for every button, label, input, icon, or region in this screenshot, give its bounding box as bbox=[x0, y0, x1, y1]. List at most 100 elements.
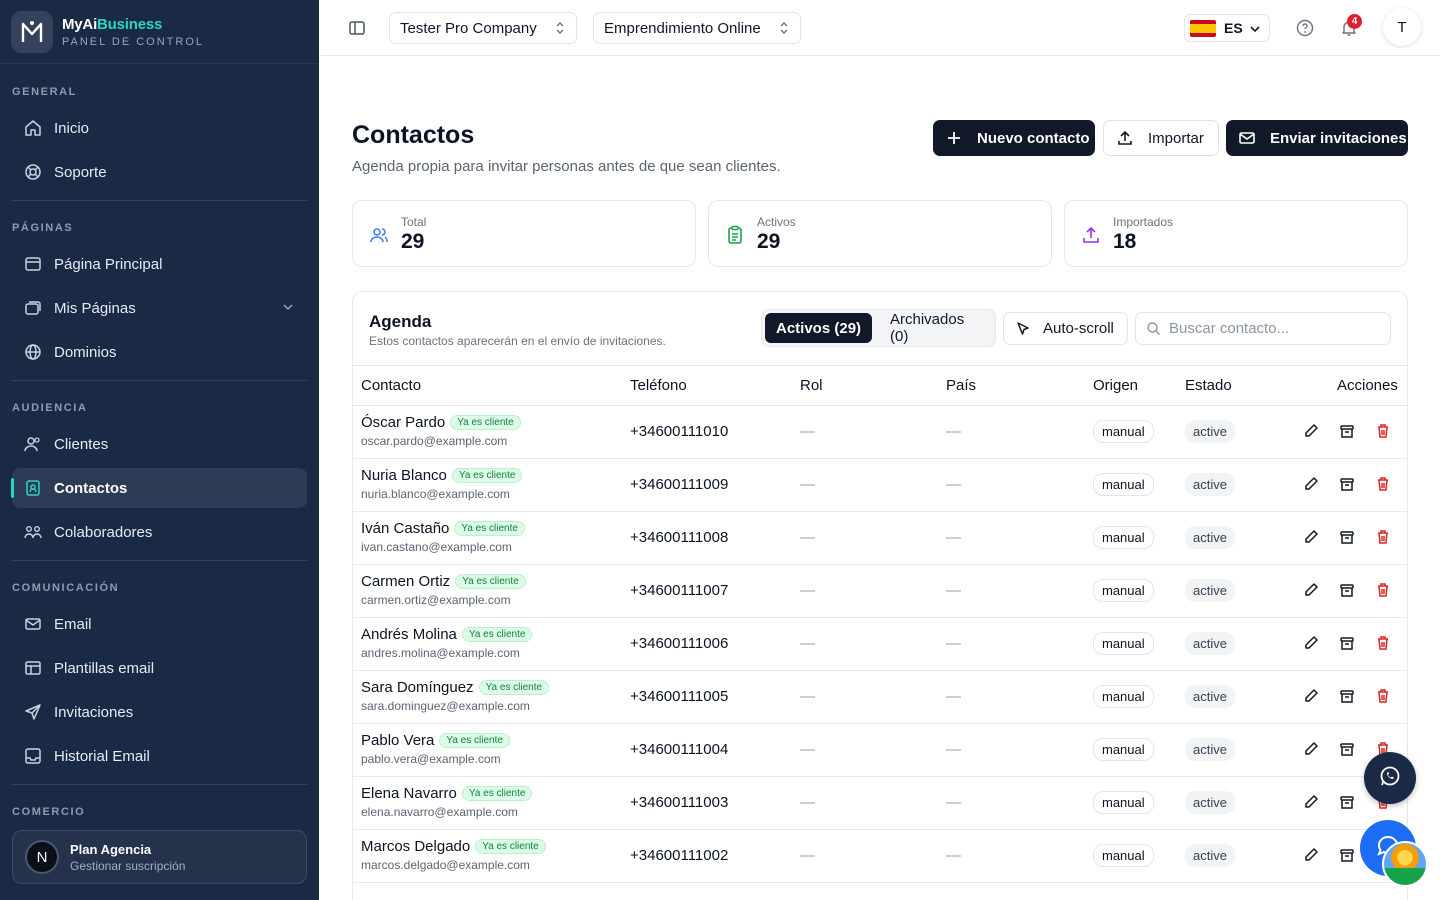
new-contact-button[interactable]: Nuevo contacto bbox=[933, 120, 1095, 156]
edit-icon[interactable] bbox=[1302, 634, 1320, 652]
archive-icon[interactable] bbox=[1338, 581, 1356, 599]
user-avatar[interactable]: T bbox=[1383, 8, 1421, 46]
contact-name-cell: Iván Castaño Ya es cliente bbox=[361, 520, 525, 537]
contact-name: Marcos Delgado bbox=[361, 838, 471, 855]
archive-icon[interactable] bbox=[1338, 687, 1356, 705]
archive-icon[interactable] bbox=[1338, 793, 1356, 811]
help-icon[interactable] bbox=[1293, 16, 1317, 40]
trash-icon[interactable] bbox=[1374, 422, 1392, 440]
sidebar-item-label: Colaboradores bbox=[54, 523, 153, 541]
whatsapp-icon bbox=[1378, 764, 1402, 793]
new-contact-label: Nuevo contacto bbox=[977, 129, 1090, 147]
empty-cell: — bbox=[800, 529, 815, 546]
stat-value: 18 bbox=[1113, 230, 1137, 253]
search-input[interactable] bbox=[1169, 320, 1379, 337]
project-select-value: Emprendimiento Online bbox=[604, 19, 761, 37]
sidebar-item-invitaciones[interactable]: Invitaciones bbox=[12, 692, 307, 732]
table-row: Pablo Vera Ya es cliente pablo.vera@exampl… bbox=[353, 724, 1407, 777]
plan-title: Plan Agencia bbox=[70, 841, 152, 857]
empty-cell: — bbox=[800, 741, 815, 758]
trash-icon[interactable] bbox=[1374, 687, 1392, 705]
contact-email: marcos.delgado@example.com bbox=[361, 858, 530, 872]
sidebar-item-historial-email[interactable]: Historial Email bbox=[12, 736, 307, 776]
archive-icon[interactable] bbox=[1338, 475, 1356, 493]
edit-icon[interactable] bbox=[1302, 687, 1320, 705]
inbox-icon bbox=[24, 747, 42, 765]
client-tag: Ya es cliente bbox=[451, 468, 523, 483]
section-title-comunicacion: COMUNICACIÓN bbox=[12, 582, 120, 594]
sidebar-item-email[interactable]: Email bbox=[12, 604, 307, 644]
language-value: ES bbox=[1224, 20, 1243, 36]
edit-icon[interactable] bbox=[1302, 528, 1320, 546]
sidebar-item-label: Mis Páginas bbox=[54, 299, 136, 317]
empty-cell: — bbox=[946, 476, 961, 493]
contact-email: pablo.vera@example.com bbox=[361, 752, 501, 766]
brand-logo-icon bbox=[11, 10, 53, 53]
sidebar-item-contactos[interactable]: Contactos bbox=[11, 468, 307, 508]
sidebar-item-inicio[interactable]: Inicio bbox=[12, 108, 307, 148]
tab-activos[interactable]: Activos (29) bbox=[765, 313, 873, 343]
archive-icon[interactable] bbox=[1338, 846, 1356, 864]
archive-icon[interactable] bbox=[1338, 740, 1356, 758]
whatsapp-button[interactable] bbox=[1364, 752, 1416, 804]
trash-icon[interactable] bbox=[1374, 634, 1392, 652]
assistant-avatar[interactable] bbox=[1382, 841, 1428, 887]
section-title-paginas: PÁGINAS bbox=[12, 222, 74, 234]
sidebar-item-label: Invitaciones bbox=[54, 703, 134, 721]
plan-card[interactable]: N Plan Agencia Gestionar suscripción bbox=[12, 830, 307, 884]
empty-cell: — bbox=[800, 635, 815, 652]
client-tag: Ya es cliente bbox=[475, 839, 546, 854]
section-title-comercio: COMERCIO bbox=[12, 806, 86, 818]
sidebar-item-mis-paginas[interactable]: Mis Páginas bbox=[12, 288, 307, 328]
table-row: Sara Domínguez Ya es cliente sara.domingue… bbox=[353, 671, 1407, 724]
empty-cell: — bbox=[946, 582, 961, 599]
edit-icon[interactable] bbox=[1302, 581, 1320, 599]
empty-cell: — bbox=[800, 582, 815, 599]
team-icon bbox=[24, 523, 42, 541]
contact-phone: +34600111004 bbox=[630, 741, 729, 758]
sidebar-item-plantillas-email[interactable]: Plantillas email bbox=[12, 648, 307, 688]
contact-name: Óscar Pardo bbox=[361, 414, 446, 431]
trash-icon[interactable] bbox=[1374, 581, 1392, 599]
contact-name: Sara Domínguez bbox=[361, 679, 474, 696]
brand[interactable]: MyAiBusiness PANEL DE CONTROL bbox=[0, 0, 319, 64]
sidebar-item-pagina-principal[interactable]: Página Principal bbox=[12, 244, 307, 284]
sidebar-item-dominios[interactable]: Dominios bbox=[12, 332, 307, 372]
send-invitations-button[interactable]: Enviar invitaciones bbox=[1226, 120, 1408, 156]
edit-icon[interactable] bbox=[1302, 475, 1320, 493]
archive-icon[interactable] bbox=[1338, 528, 1356, 546]
edit-icon[interactable] bbox=[1302, 740, 1320, 758]
trash-icon[interactable] bbox=[1374, 475, 1392, 493]
sidebar-item-label: Soporte bbox=[54, 163, 107, 181]
contact-name: Pablo Vera bbox=[361, 732, 435, 749]
contact-phone: +34600111005 bbox=[630, 688, 729, 705]
empty-cell: — bbox=[800, 688, 815, 705]
edit-icon[interactable] bbox=[1302, 793, 1320, 811]
edit-icon[interactable] bbox=[1302, 846, 1320, 864]
import-button[interactable]: Importar bbox=[1103, 120, 1219, 156]
archive-icon[interactable] bbox=[1338, 634, 1356, 652]
chevron-down-icon[interactable] bbox=[281, 300, 295, 318]
chevron-up-down-icon bbox=[554, 21, 566, 39]
contact-phone: +34600111009 bbox=[630, 476, 729, 493]
trash-icon[interactable] bbox=[1374, 528, 1392, 546]
autoscroll-label: Auto-scroll bbox=[1043, 320, 1114, 337]
sidebar-item-clientes[interactable]: Clientes bbox=[12, 424, 307, 464]
company-select[interactable]: Tester Pro Company bbox=[389, 12, 577, 44]
tab-archivados[interactable]: Archivados (0) bbox=[879, 311, 995, 345]
sidebar-item-soporte[interactable]: Soporte bbox=[12, 152, 307, 192]
table-row: Óscar Pardo Ya es cliente oscar.pardo@exam… bbox=[353, 406, 1407, 459]
sidebar-item-colaboradores[interactable]: Colaboradores bbox=[12, 512, 307, 552]
column-header: Acciones bbox=[1337, 377, 1398, 394]
sidebar-toggle-icon[interactable] bbox=[345, 16, 369, 40]
autoscroll-button[interactable]: Auto-scroll bbox=[1003, 312, 1128, 345]
edit-icon[interactable] bbox=[1302, 422, 1320, 440]
sidebar-item-label: Dominios bbox=[54, 343, 117, 361]
notification-badge: 4 bbox=[1347, 14, 1362, 29]
table-row: Marcos Delgado Ya es cliente marcos.delgad… bbox=[353, 830, 1407, 883]
archive-icon[interactable] bbox=[1338, 422, 1356, 440]
chevron-up-down-icon bbox=[778, 21, 790, 39]
sidebar-item-label: Historial Email bbox=[54, 747, 150, 765]
project-select[interactable]: Emprendimiento Online bbox=[593, 12, 801, 44]
language-select[interactable]: ES bbox=[1184, 14, 1270, 42]
